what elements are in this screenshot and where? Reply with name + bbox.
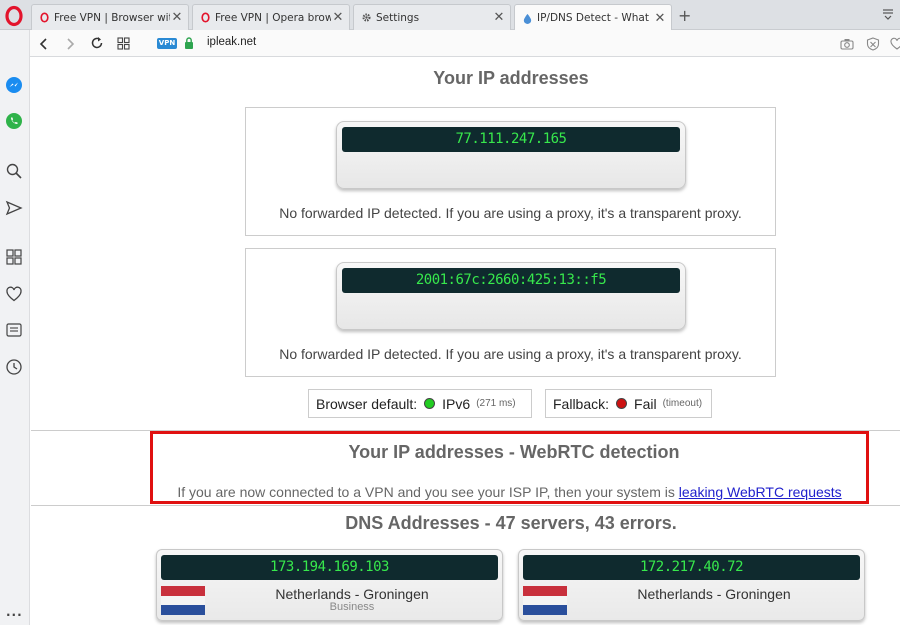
whatsapp-icon[interactable]	[5, 112, 23, 130]
dns-location: Netherlands - Groningen	[637, 586, 791, 602]
webrtc-note-text: If you are now connected to a VPN and yo…	[177, 484, 679, 500]
bookmarks-heart-icon[interactable]	[5, 285, 23, 303]
tab-strip: Free VPN | Browser with bu ✕ Free VPN | …	[0, 0, 900, 31]
address-bar: VPN ipleak.net	[30, 30, 900, 57]
webrtc-leak-link[interactable]: leaking WebRTC requests	[679, 484, 842, 500]
section-divider	[31, 505, 900, 506]
reload-icon[interactable]	[90, 36, 104, 50]
lock-icon[interactable]	[184, 37, 194, 49]
tab-label: Free VPN | Opera browser	[215, 11, 331, 24]
ipv6-display: 2001:67c:2660:425:13::f5	[342, 268, 680, 293]
close-tab-icon[interactable]: ✕	[492, 10, 506, 25]
back-icon[interactable]	[38, 37, 50, 51]
dns-server-card: 173.194.169.103 Netherlands - Groningen …	[156, 549, 503, 621]
dns-location: Netherlands - Groningen	[275, 586, 429, 602]
ipv4-display: 77.111.247.165	[342, 127, 680, 152]
ipv4-box: 77.111.247.165 No forwarded IP detected.…	[245, 107, 776, 236]
netherlands-flag-icon	[523, 586, 567, 615]
ipv4-card: 77.111.247.165	[336, 121, 686, 189]
netherlands-flag-icon	[161, 586, 205, 615]
more-icon[interactable]: ···	[6, 608, 23, 622]
dns-ip-display: 173.194.169.103	[161, 555, 498, 580]
tab-label: Free VPN | Browser with bu	[54, 11, 170, 24]
tab-free-vpn-browser[interactable]: Free VPN | Browser with bu ✕	[31, 4, 189, 30]
browser-default-label: Browser default:	[316, 395, 418, 412]
history-clock-icon[interactable]	[5, 358, 23, 376]
dns-isp: Business	[329, 601, 375, 613]
forward-icon[interactable]	[64, 37, 76, 51]
vpn-badge[interactable]: VPN	[157, 38, 177, 49]
fallback-status: Fallback: Fail (timeout)	[545, 389, 712, 418]
close-tab-icon[interactable]: ✕	[170, 10, 184, 25]
browser-window: Free VPN | Browser with bu ✕ Free VPN | …	[0, 0, 900, 625]
webrtc-highlight-box: Your IP addresses - WebRTC detection If …	[150, 431, 869, 504]
ipv4-note: No forwarded IP detected. If you are usi…	[279, 205, 742, 221]
tab-label: IP/DNS Detect - What is yo	[537, 12, 653, 24]
browser-default-value: IPv6	[442, 395, 471, 412]
dns-server-card: 172.217.40.72 Netherlands - Groningen	[518, 549, 865, 621]
tab-settings[interactable]: Settings ✕	[353, 4, 511, 30]
send-icon[interactable]	[5, 199, 23, 217]
ipv6-box: 2001:67c:2660:425:13::f5 No forwarded IP…	[245, 248, 776, 377]
page-content: Your IP addresses 77.111.247.165 No forw…	[31, 57, 900, 625]
browser-default-status: Browser default: IPv6 (271 ms)	[308, 389, 532, 418]
opera-icon	[199, 12, 211, 24]
camera-icon[interactable]	[840, 37, 854, 51]
url-field[interactable]: ipleak.net	[207, 36, 256, 48]
new-tab-button[interactable]: +	[678, 6, 691, 25]
tab-menu-icon[interactable]	[881, 7, 895, 21]
ip-section-title: Your IP addresses	[433, 68, 589, 88]
messenger-icon[interactable]	[5, 76, 23, 94]
opera-icon	[38, 12, 50, 24]
fallback-detail: (timeout)	[662, 398, 703, 409]
tab-free-vpn-opera[interactable]: Free VPN | Opera browser ✕	[192, 4, 350, 30]
speed-dial-icon[interactable]	[117, 37, 130, 50]
webrtc-note: If you are now connected to a VPN and yo…	[153, 484, 866, 500]
ad-block-icon[interactable]	[866, 37, 880, 51]
status-ok-icon	[424, 398, 436, 409]
close-tab-icon[interactable]: ✕	[653, 11, 667, 26]
ipv6-note: No forwarded IP detected. If you are usi…	[279, 346, 742, 362]
fallback-value: Fail	[634, 395, 657, 412]
dns-ip-display: 172.217.40.72	[523, 555, 860, 580]
tab-label: Settings	[376, 11, 420, 24]
tab-ipleak[interactable]: IP/DNS Detect - What is yo ✕	[514, 4, 672, 31]
speed-dial-icon[interactable]	[5, 248, 23, 266]
heart-icon[interactable]	[890, 37, 900, 51]
news-icon[interactable]	[5, 321, 23, 339]
search-icon[interactable]	[5, 162, 23, 180]
status-fail-icon	[616, 398, 628, 409]
webrtc-title: Your IP addresses - WebRTC detection	[348, 442, 680, 462]
gear-icon	[360, 12, 372, 24]
opera-menu-icon[interactable]	[2, 4, 26, 28]
fallback-label: Fallback:	[553, 395, 610, 412]
browser-default-time: (271 ms)	[476, 398, 516, 409]
sidebar: ···	[0, 30, 30, 625]
close-tab-icon[interactable]: ✕	[331, 10, 345, 25]
ipleak-icon	[521, 12, 533, 24]
ipv6-card: 2001:67c:2660:425:13::f5	[336, 262, 686, 330]
dns-section-title: DNS Addresses - 47 servers, 43 errors.	[345, 513, 677, 533]
